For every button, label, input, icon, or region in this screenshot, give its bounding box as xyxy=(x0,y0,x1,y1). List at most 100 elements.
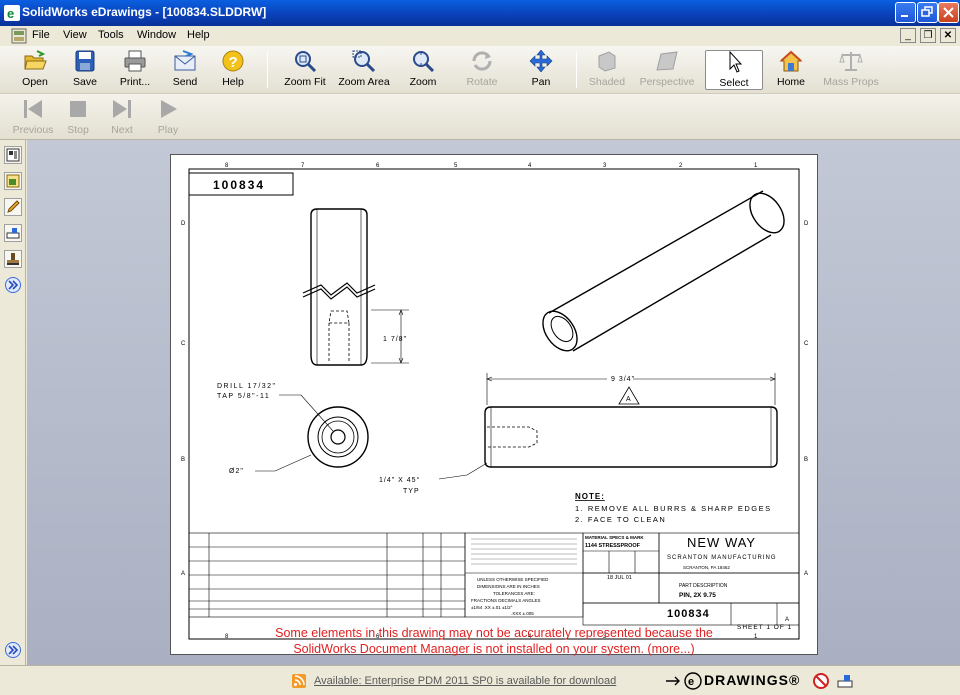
zone-col-label: 6 xyxy=(376,163,380,169)
revision-value: A xyxy=(785,617,789,623)
note-2: 2. FACE TO CLEAN xyxy=(575,515,666,524)
pan-button[interactable]: Pan xyxy=(518,50,564,90)
tolerance-line-4: FRACTIONS DECIMALS ANGLES xyxy=(471,598,541,603)
pan-arrows-icon xyxy=(529,50,553,72)
stamp-tool-button[interactable] xyxy=(4,250,22,268)
save-button[interactable]: Save xyxy=(62,50,108,90)
perspective-icon xyxy=(656,51,678,71)
close-button[interactable] xyxy=(938,2,959,23)
menu-window[interactable]: Window xyxy=(137,29,176,41)
zone-row-label: D xyxy=(181,221,186,227)
minimize-icon xyxy=(901,15,908,17)
restore-button[interactable] xyxy=(917,2,938,23)
stop-button[interactable]: Stop xyxy=(58,98,98,138)
previous-button[interactable]: Previous xyxy=(8,98,58,138)
pan-label: Pan xyxy=(531,76,551,88)
stamp-icon xyxy=(7,253,19,265)
print-button[interactable]: Print... xyxy=(112,50,158,90)
company-name: NEW WAY xyxy=(687,535,756,550)
send-button[interactable]: Send xyxy=(162,50,208,90)
shaded-cube-icon xyxy=(598,51,616,72)
mdi-minimize-button[interactable]: _ xyxy=(900,28,916,43)
menu-tools[interactable]: Tools xyxy=(98,29,124,41)
shaded-button[interactable]: Shaded xyxy=(584,50,630,90)
main-toolbar: Open Save Print... Send ? Help Zoom Fit … xyxy=(0,46,960,94)
minimize-button[interactable] xyxy=(895,2,916,23)
expand-panel-button[interactable] xyxy=(5,277,21,293)
toolbar-separator xyxy=(267,52,268,88)
drawing-viewport[interactable]: 8 7 6 5 4 3 2 1 8 6 4 3 1 D C B A D C B xyxy=(27,140,960,665)
home-button[interactable]: Home xyxy=(768,50,814,90)
play-icon xyxy=(161,100,177,118)
chamfer-typ-label: TYP xyxy=(403,488,420,495)
drawing-sheet[interactable]: 8 7 6 5 4 3 2 1 8 6 4 3 1 D C B A D C B xyxy=(170,154,818,657)
tolerance-line-2: DIMENSIONS ARE IN INCHES xyxy=(477,584,540,589)
print-label: Print... xyxy=(119,76,151,88)
part-description-value: PIN, 2X 9.75 xyxy=(679,592,716,599)
zone-col-label: 1 xyxy=(754,163,758,169)
document-manager-warning[interactable]: Some elements in this drawing may not be… xyxy=(171,625,817,657)
folder-open-icon xyxy=(24,50,47,70)
perspective-button[interactable]: Perspective xyxy=(636,50,698,90)
mdi-close-button[interactable]: ✕ xyxy=(940,28,956,43)
stop-icon xyxy=(70,101,86,117)
shaded-label: Shaded xyxy=(588,76,626,88)
mdi-restore-button[interactable]: ❐ xyxy=(920,28,936,43)
rotate-button[interactable]: Rotate xyxy=(459,50,505,90)
markup-panel-button[interactable] xyxy=(4,172,22,190)
previous-icon xyxy=(24,100,42,118)
measure-tool-button[interactable] xyxy=(4,224,22,242)
zone-col-label: 3 xyxy=(603,163,607,169)
title-part-number: 100834 xyxy=(667,608,710,620)
next-button[interactable]: Next xyxy=(102,98,142,138)
home-icon xyxy=(779,50,803,72)
edrawings-app-icon[interactable]: e xyxy=(4,5,20,21)
warning-line-2[interactable]: SolidWorks Document Manager is not insta… xyxy=(171,641,817,657)
tolerance-line-1: UNLESS OTHERWISE SPECIFIED xyxy=(477,577,549,582)
next-icon xyxy=(113,100,131,118)
date-value: 18 JUL 01 xyxy=(607,575,632,581)
window-title: SolidWorks eDrawings - [100834.SLDDRW] xyxy=(22,5,267,19)
length-dimension-label: 9 3/4" xyxy=(611,376,635,383)
company-subtitle: SCRANTON MANUFACTURING xyxy=(667,555,777,561)
zoom-button[interactable]: Zoom xyxy=(400,50,446,90)
mass-props-label: Mass Props xyxy=(823,76,879,88)
cursor-arrow-icon xyxy=(729,51,743,73)
arrow-right-icon xyxy=(666,676,680,686)
pencil-tool-button[interactable] xyxy=(4,198,22,216)
stop-label: Stop xyxy=(67,124,89,136)
play-button[interactable]: Play xyxy=(148,98,188,138)
no-entry-icon[interactable] xyxy=(812,672,830,690)
document-icon[interactable] xyxy=(11,28,27,44)
rss-feed-icon[interactable] xyxy=(292,674,306,688)
company-city: SCRANTON, PA 18462 xyxy=(683,565,730,570)
zoom-fit-button[interactable]: Zoom Fit xyxy=(280,50,330,90)
help-button[interactable]: ? Help xyxy=(210,50,256,90)
measure-status-icon[interactable] xyxy=(836,672,854,690)
envelope-icon xyxy=(174,50,196,71)
menu-help[interactable]: Help xyxy=(187,29,210,41)
title-bar: e SolidWorks eDrawings - [100834.SLDDRW] xyxy=(0,0,960,26)
sheets-panel-button[interactable] xyxy=(4,146,22,164)
zoom-label: Zoom xyxy=(409,76,437,88)
datum-label: A xyxy=(626,396,631,403)
expand-bottom-panel-button[interactable] xyxy=(5,642,21,658)
open-button[interactable]: Open xyxy=(12,50,58,90)
zone-row-label: D xyxy=(804,221,809,227)
zone-col-label: 2 xyxy=(679,163,683,169)
engineering-drawing: 8 7 6 5 4 3 2 1 8 6 4 3 1 D C B A D C B xyxy=(181,163,809,640)
double-chevron-right-icon xyxy=(8,280,19,290)
zoom-area-button[interactable]: Zoom Area xyxy=(336,50,392,90)
markup-icon xyxy=(6,174,20,188)
menu-view[interactable]: View xyxy=(63,29,87,41)
menu-file[interactable]: File xyxy=(32,29,50,41)
revision-block xyxy=(188,532,466,618)
zone-col-label: 8 xyxy=(225,163,229,169)
pdm-update-link[interactable]: Available: Enterprise PDM 2011 SP0 is av… xyxy=(314,675,616,687)
tolerance-line-3: TOLERANCES ARE: xyxy=(493,591,535,596)
rotate-icon xyxy=(472,51,492,71)
zone-col-label: 5 xyxy=(454,163,458,169)
select-button[interactable]: Select xyxy=(705,50,763,90)
mass-props-button[interactable]: Mass Props xyxy=(822,50,880,90)
zone-row-label: C xyxy=(804,341,809,347)
